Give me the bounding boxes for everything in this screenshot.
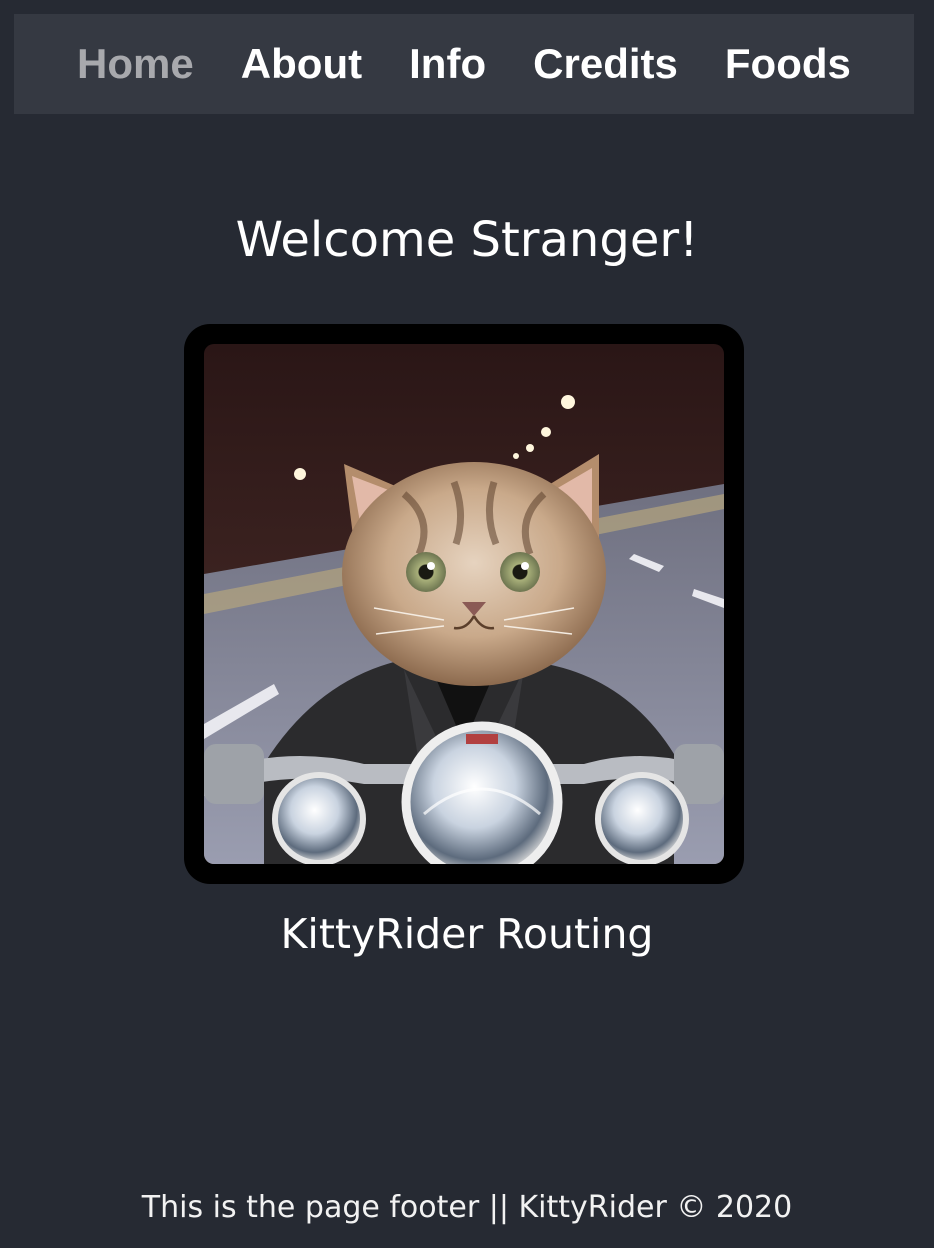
page-title: Welcome Stranger! [235,212,699,268]
nav-link-home[interactable]: Home [77,40,194,88]
kitten-rider-image [204,344,724,864]
page-footer: This is the page footer || KittyRider © … [141,1190,793,1225]
nav-link-foods[interactable]: Foods [725,40,851,88]
hero-image-frame [184,324,744,884]
nav-link-about[interactable]: About [241,40,362,88]
image-caption: KittyRider Routing [280,910,654,958]
top-navbar: Home About Info Credits Foods [14,14,914,114]
page: Home About Info Credits Foods Welcome St… [0,0,934,1248]
nav-link-info[interactable]: Info [409,40,486,88]
nav-link-credits[interactable]: Credits [533,40,678,88]
